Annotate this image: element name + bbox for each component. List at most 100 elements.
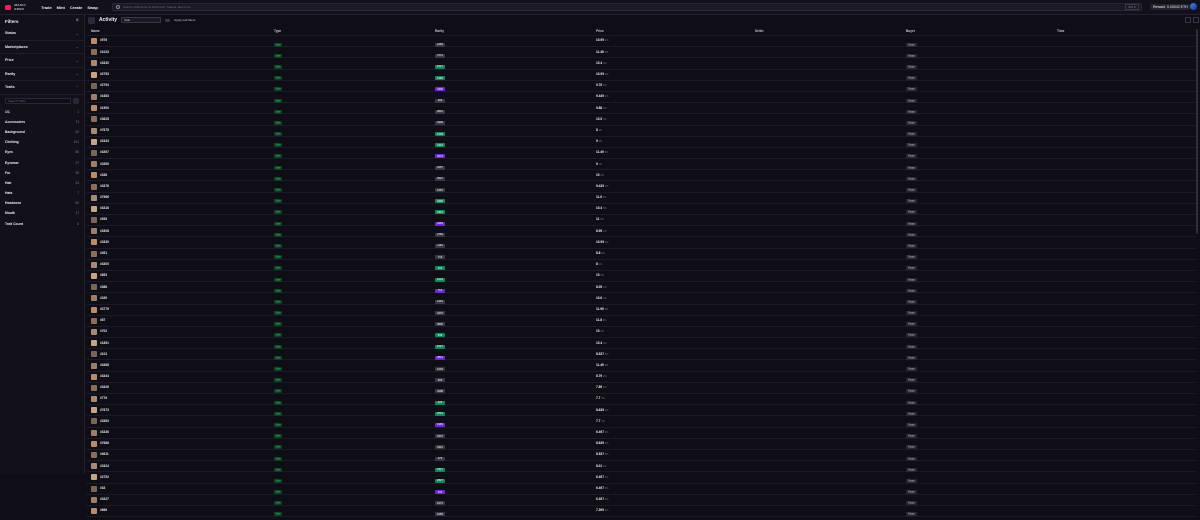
nft-name[interactable]: #3611 xyxy=(100,453,109,456)
nft-name[interactable]: #3625 xyxy=(100,117,109,121)
nft-thumbnail[interactable] xyxy=(91,71,97,78)
avatar[interactable] xyxy=(1190,3,1197,10)
trait-item[interactable]: 1/1 1 xyxy=(0,107,84,117)
nft-name[interactable]: #3390 xyxy=(100,162,109,166)
nft-name[interactable]: #3300 xyxy=(100,263,109,266)
nft-thumbnail[interactable] xyxy=(91,261,97,268)
nft-thumbnail[interactable] xyxy=(91,396,97,403)
trait-item[interactable]: Accessories 71 xyxy=(0,117,84,127)
nft-name[interactable]: #3363 xyxy=(100,419,109,423)
nft-thumbnail[interactable] xyxy=(91,340,97,347)
trait-item[interactable]: Mouth 17 xyxy=(0,208,84,218)
apply-trait-filters-toggle[interactable] xyxy=(165,18,171,22)
nft-thumbnail[interactable] xyxy=(91,273,97,280)
nft-thumbnail[interactable] xyxy=(91,38,97,45)
nft-thumbnail[interactable] xyxy=(91,161,97,168)
nft-thumbnail[interactable] xyxy=(91,429,97,436)
nav-mint[interactable]: Mint xyxy=(57,5,65,10)
nft-name[interactable]: #3397 xyxy=(100,151,109,154)
nft-name[interactable]: #2794 xyxy=(100,84,109,87)
nft-thumbnail[interactable] xyxy=(91,127,97,134)
col-seller[interactable]: Seller xyxy=(755,29,906,33)
table-row[interactable]: #666 Sale 1055 7.399 2% Swap xyxy=(86,506,1196,518)
nft-thumbnail[interactable] xyxy=(91,194,97,201)
swap-button[interactable]: Swap xyxy=(906,512,917,517)
trait-item[interactable]: Trait Count 6 xyxy=(0,219,84,229)
nft-thumbnail[interactable] xyxy=(91,105,97,112)
brand-logo[interactable]: MAGIC EDEN xyxy=(5,3,35,11)
nft-name[interactable]: #7966 xyxy=(100,195,109,199)
trait-search-button[interactable] xyxy=(73,97,79,104)
nft-thumbnail[interactable] xyxy=(91,284,97,291)
wallet-balance[interactable]: 0.00042 ETH xyxy=(1165,4,1190,10)
activity-type-select[interactable]: Sale xyxy=(121,17,162,23)
nft-thumbnail[interactable] xyxy=(91,496,97,503)
expand-icon[interactable] xyxy=(1185,17,1191,23)
nav-trade[interactable]: Trade xyxy=(41,5,52,10)
nft-thumbnail[interactable] xyxy=(91,384,97,391)
nft-thumbnail[interactable] xyxy=(91,463,97,470)
nft-name[interactable]: #338 xyxy=(100,173,107,177)
nft-thumbnail[interactable] xyxy=(91,507,97,514)
nft-thumbnail[interactable] xyxy=(91,49,97,56)
nft-thumbnail[interactable] xyxy=(91,183,97,190)
nft-name[interactable]: #1891 xyxy=(100,341,109,345)
trait-search-input[interactable]: Search Traits xyxy=(5,97,71,104)
nft-name[interactable]: #3330 xyxy=(100,240,109,244)
nft-thumbnail[interactable] xyxy=(91,60,97,67)
nft-thumbnail[interactable] xyxy=(91,250,97,257)
nft-name[interactable]: #3330 xyxy=(100,61,109,65)
sidebar-toggle-icon[interactable] xyxy=(88,16,95,24)
nft-thumbnail[interactable] xyxy=(91,328,97,335)
nft-thumbnail[interactable] xyxy=(91,82,97,89)
nft-name[interactable]: #1900 xyxy=(100,106,109,110)
trait-item[interactable]: Eyes 88 xyxy=(0,147,84,157)
trait-item[interactable]: Fur 45 xyxy=(0,168,84,178)
nft-thumbnail[interactable] xyxy=(91,317,97,324)
nft-name[interactable]: #1023 xyxy=(100,50,109,54)
nft-name[interactable]: #339 xyxy=(100,296,107,300)
nft-thumbnail[interactable] xyxy=(91,94,97,101)
nft-name[interactable]: #2753 xyxy=(100,72,109,76)
nft-name[interactable]: #3368 xyxy=(100,363,109,367)
nft-name[interactable]: #3376 xyxy=(100,184,109,188)
filter-marketplaces[interactable]: Marketplaces ⌄ xyxy=(0,41,84,54)
nft-thumbnail[interactable] xyxy=(91,351,97,358)
nft-thumbnail[interactable] xyxy=(91,440,97,447)
nft-thumbnail[interactable] xyxy=(91,485,97,492)
nft-thumbnail[interactable] xyxy=(91,172,97,179)
nav-swap[interactable]: Swap xyxy=(87,5,97,10)
filter-price[interactable]: Price ⌄ xyxy=(0,54,84,68)
nft-name[interactable]: #7675 xyxy=(100,128,109,132)
nft-name[interactable]: #391 xyxy=(100,251,107,255)
nft-name[interactable]: #3344 xyxy=(100,374,109,378)
trait-item[interactable]: Background 32 xyxy=(0,127,84,137)
nft-name[interactable]: #3336 xyxy=(100,430,109,434)
nft-thumbnail[interactable] xyxy=(91,138,97,145)
close-icon[interactable]: × xyxy=(75,18,79,24)
nft-thumbnail[interactable] xyxy=(91,362,97,369)
nft-name[interactable]: #976 xyxy=(100,39,107,42)
nft-thumbnail[interactable] xyxy=(91,418,97,425)
search-bar[interactable]: Search collections on Ethereum, Solana, … xyxy=(111,3,1142,11)
nft-name[interactable]: #3324 xyxy=(100,464,109,468)
nft-name[interactable]: #2343 xyxy=(100,139,109,143)
nft-name[interactable]: #666 xyxy=(100,509,107,512)
nft-name[interactable]: #939 xyxy=(100,218,107,221)
nft-thumbnail[interactable] xyxy=(91,149,97,156)
nft-thumbnail[interactable] xyxy=(91,239,97,246)
nft-thumbnail[interactable] xyxy=(91,306,97,313)
nft-name[interactable]: #653 xyxy=(100,274,107,277)
trait-item[interactable]: Eyewear 27 xyxy=(0,157,84,167)
nft-thumbnail[interactable] xyxy=(91,295,97,302)
trait-item[interactable]: Headwear 82 xyxy=(0,198,84,208)
refresh-icon[interactable] xyxy=(1193,17,1199,23)
nft-thumbnail[interactable] xyxy=(91,205,97,212)
trait-item[interactable]: Hats 7 xyxy=(0,188,84,198)
nft-thumbnail[interactable] xyxy=(91,407,97,414)
nft-name[interactable]: #7673 xyxy=(100,408,109,412)
nft-name[interactable]: #7666 xyxy=(100,442,109,445)
nft-name[interactable]: #3327 xyxy=(100,497,109,501)
nft-thumbnail[interactable] xyxy=(91,452,97,459)
search-input[interactable]: Search collections on Ethereum, Solana, … xyxy=(123,5,1126,9)
